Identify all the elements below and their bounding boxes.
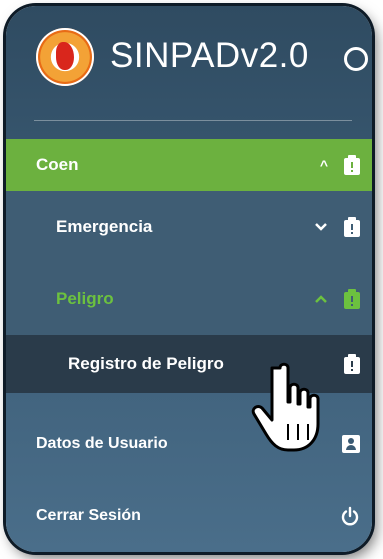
menu-item-peligro[interactable]: Peligro xyxy=(6,263,372,335)
menu-item-datos-label: Datos de Usuario xyxy=(36,435,168,452)
app-title: SINPADv2.0 xyxy=(110,36,309,75)
clipboard-alert-icon xyxy=(344,155,360,175)
hand-pointer-cursor-icon xyxy=(244,362,330,454)
user-card-icon xyxy=(342,435,360,453)
sidebar-panel: SINPADv2.0 Coen ^ Emergencia Peligro Reg… xyxy=(6,6,372,552)
clipboard-alert-icon xyxy=(344,217,360,237)
menu-item-coen-label: Coen xyxy=(36,155,79,174)
chevron-down-icon xyxy=(314,219,328,235)
menu-item-peligro-label: Peligro xyxy=(56,289,114,308)
clipboard-alert-icon xyxy=(344,354,360,374)
status-circle-icon[interactable] xyxy=(344,47,368,71)
menu-item-emergencia-label: Emergencia xyxy=(56,217,153,236)
sidebar-header: SINPADv2.0 xyxy=(6,6,372,118)
clipboard-alert-icon xyxy=(344,289,360,309)
chevron-up-icon xyxy=(314,291,328,307)
header-divider xyxy=(34,120,352,121)
menu-item-registro-label: Registro de Peligro xyxy=(68,354,224,373)
menu-item-coen[interactable]: Coen ^ xyxy=(6,139,372,191)
menu-item-emergencia[interactable]: Emergencia xyxy=(6,191,372,263)
sinpad-logo-icon xyxy=(36,28,94,86)
chevron-up-icon: ^ xyxy=(319,157,328,173)
power-icon xyxy=(340,506,360,526)
menu-item-cerrar-sesion[interactable]: Cerrar Sesión xyxy=(6,488,372,544)
menu-item-cerrar-label: Cerrar Sesión xyxy=(36,507,141,524)
